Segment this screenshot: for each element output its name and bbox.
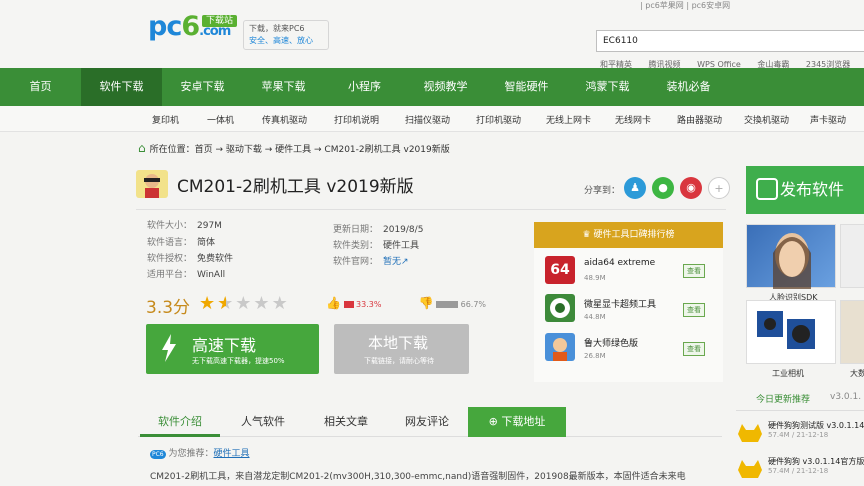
image-caption: 工业相机 xyxy=(772,369,804,378)
info-language: 软件语言： 简体 xyxy=(147,238,216,248)
local-download-button[interactable]: 本地下载 下载链接，请耐心等待 xyxy=(334,324,469,374)
download-icon: ⊕ xyxy=(488,415,502,428)
today-item[interactable]: 硬件狗狗测试版 v3.0.1.14 57.4M / 21-12-18 xyxy=(768,420,864,439)
divider xyxy=(136,209,726,210)
lightning-icon xyxy=(162,334,176,362)
breadcrumb: ⌂ 所在位置：首页 → 驱动下载 → 硬件工具 → CM201-2刷机工具 v20… xyxy=(138,141,450,155)
nav-item-video[interactable]: 视频教学 xyxy=(405,68,486,106)
vote-bar: 👍 33.3% 👎 66.7% xyxy=(326,296,486,310)
nav-item-apple[interactable]: 苹果下载 xyxy=(243,68,324,106)
side-image[interactable] xyxy=(840,300,864,364)
view-button[interactable]: 查看 xyxy=(683,264,705,278)
view-button[interactable]: 查看 xyxy=(683,303,705,317)
wechat-share-icon[interactable]: ● xyxy=(652,177,674,199)
tab-comments[interactable]: 网友评论 xyxy=(388,407,466,437)
nav-item-harmony[interactable]: 鸿蒙下载 xyxy=(567,68,648,106)
ranking-title: ♛ 硬件工具口碑排行榜 xyxy=(534,222,723,248)
nav-item-hardware[interactable]: 智能硬件 xyxy=(486,68,567,106)
qq-share-icon[interactable]: ♟ xyxy=(624,177,646,199)
top-links[interactable]: | pc6苹果网 | pc6安卓网 xyxy=(640,0,730,11)
more-share-icon[interactable]: + xyxy=(708,177,730,199)
ludashi-icon xyxy=(545,333,575,361)
tab-articles[interactable]: 相关文章 xyxy=(306,407,386,437)
fast-download-button[interactable]: 高速下载 无下载高速下载器，提速50% xyxy=(146,324,319,374)
today-item[interactable]: 硬件狗狗 v3.0.1.14官方版 57.4M / 21-12-18 xyxy=(768,456,864,475)
nav-item-miniprogram[interactable]: 小程序 xyxy=(324,68,405,106)
industrial-camera-image[interactable] xyxy=(746,300,836,364)
recommend-link[interactable]: 硬件工具 xyxy=(214,449,250,459)
image-caption: 大数 xyxy=(850,369,864,378)
subnav-item[interactable]: 无线上网卡 xyxy=(546,113,591,126)
like-percent: 33.3% xyxy=(356,300,382,309)
breadcrumb-path[interactable]: 首页 → 驱动下载 → 硬件工具 → CM201-2刷机工具 v2019新版 xyxy=(195,145,450,155)
weibo-share-icon[interactable]: ◉ xyxy=(680,177,702,199)
subnav-item[interactable]: 传真机驱动 xyxy=(262,113,307,126)
subnav-item[interactable]: 打印机驱动 xyxy=(476,113,521,126)
tab-intro[interactable]: 软件介绍 xyxy=(140,407,220,437)
pc6-logo[interactable]: pc6.com 下载站 xyxy=(148,12,238,48)
share-label: 分享到： xyxy=(584,186,621,196)
info-category: 软件类别： 硬件工具 xyxy=(333,241,420,251)
hardware-dog-icon xyxy=(736,420,764,444)
recommend-line: PC6 为您推荐：硬件工具 xyxy=(150,449,250,459)
aida64-icon: 64 xyxy=(545,256,575,284)
subnav-item[interactable]: 声卡驱动 xyxy=(810,113,846,126)
pc6-badge-icon: PC6 xyxy=(150,450,166,459)
subnav-item[interactable]: 一体机 xyxy=(207,113,234,126)
dislike-percent: 66.7% xyxy=(460,300,487,309)
logo-tag: 下载站 xyxy=(202,15,238,27)
subnav-item[interactable]: 扫描仪驱动 xyxy=(405,113,450,126)
subnav-item[interactable]: 路由器驱动 xyxy=(677,113,722,126)
slogan-box: 下载，就来PC6 安全、高速、放心 xyxy=(243,20,329,50)
rating-score: 3.3分 xyxy=(146,298,191,318)
main-nav: 首页 软件下载 安卓下载 苹果下载 小程序 视频教学 智能硬件 鸿蒙下载 装机必… xyxy=(0,68,864,106)
nav-item-software[interactable]: 软件下载 xyxy=(81,68,162,106)
hardware-dog-icon xyxy=(736,456,764,480)
info-update-date: 更新日期： 2019/8/5 xyxy=(333,225,424,235)
crown-icon: ♛ xyxy=(582,230,594,240)
nav-item-essentials[interactable]: 装机必备 xyxy=(648,68,729,106)
info-platform: 适用平台： WinAll xyxy=(147,270,226,280)
today-updates-header: 今日更新推荐 v3.0.1. xyxy=(756,392,862,405)
subnav-item[interactable]: 复印机 xyxy=(152,113,179,126)
subnav-item[interactable]: 交換机驱动 xyxy=(744,113,789,126)
app-title: CM201-2刷机工具 v2019新版 xyxy=(177,177,414,197)
nav-item-android[interactable]: 安卓下载 xyxy=(162,68,243,106)
thumbs-up-icon[interactable]: 👍 xyxy=(326,296,341,310)
sub-nav: 复印机 一体机 传真机驱动 打印机说明 扫描仪驱动 打印机驱动 无线上网卡 无线… xyxy=(0,106,864,132)
star-rating[interactable]: ★★★★★ xyxy=(199,293,290,314)
tab-download[interactable]: ⊕ 下载地址 xyxy=(468,407,566,437)
edit-icon xyxy=(756,178,778,200)
view-button[interactable]: 查看 xyxy=(683,342,705,356)
tab-popular[interactable]: 人气软件 xyxy=(222,407,304,437)
side-image[interactable] xyxy=(840,224,864,288)
subnav-item[interactable]: 打印机说明 xyxy=(334,113,379,126)
msi-afterburner-icon xyxy=(545,294,575,322)
search-input[interactable]: EC6110 xyxy=(596,30,864,52)
info-website: 软件官网： 暂无↗ xyxy=(333,257,409,267)
info-size: 软件大小： 297M xyxy=(147,221,222,231)
app-icon xyxy=(136,170,168,198)
thumbs-down-icon[interactable]: 👎 xyxy=(419,296,434,310)
divider xyxy=(736,410,864,411)
nav-item-home[interactable]: 首页 xyxy=(0,68,81,106)
subnav-item[interactable]: 无线网卡 xyxy=(615,113,651,126)
description-text: CM201-2刷机工具，来自潜龙定制CM201-2(mv300H,310,300… xyxy=(150,472,686,482)
info-license: 软件授权： 免费软件 xyxy=(147,254,234,264)
face-recognition-image[interactable] xyxy=(746,224,836,289)
home-icon[interactable]: ⌂ xyxy=(138,141,146,155)
